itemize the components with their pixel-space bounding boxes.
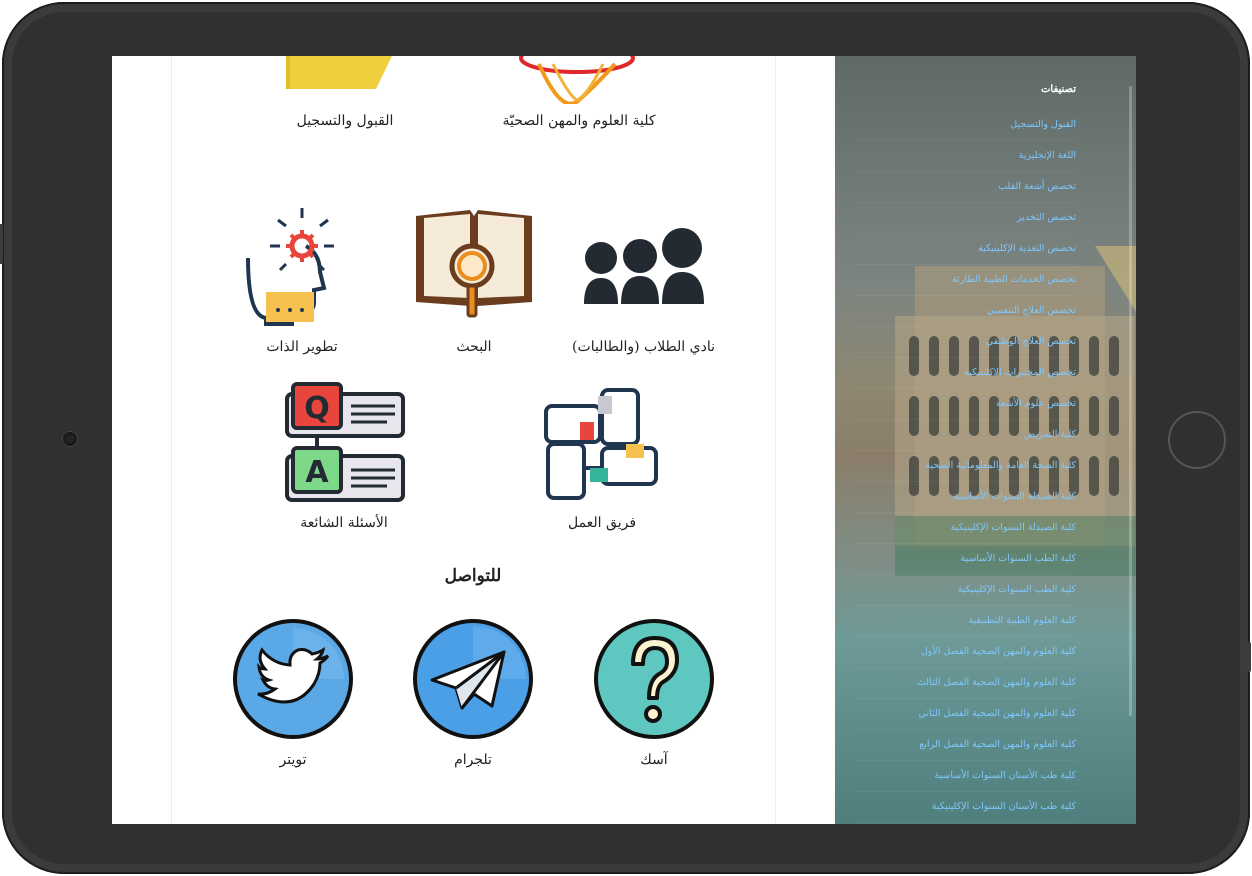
health-college-label[interactable]: كلية العلوم والمهن الصحيّة (499, 113, 659, 129)
atom-icon[interactable] (517, 56, 637, 104)
self-development-label[interactable]: تطوير الذات (250, 339, 354, 355)
category-link[interactable]: تخصص التغذية الإكلينيكية (856, 234, 1076, 265)
faq-label[interactable]: الأسئلة الشائعة (292, 515, 396, 531)
category-link[interactable]: تخصص أشعة القلب (856, 172, 1076, 203)
category-link[interactable]: تخصص المختبرات الإكلينيكية (856, 358, 1076, 389)
category-link[interactable]: تخصص التخدير (856, 203, 1076, 234)
side-button (1247, 642, 1251, 672)
teamwork-icon[interactable] (540, 382, 664, 504)
twitter-label[interactable]: تويتر (253, 752, 333, 768)
twitter-icon[interactable] (232, 618, 354, 740)
research-book-icon[interactable] (412, 206, 536, 324)
ask-icon[interactable] (593, 618, 715, 740)
category-link[interactable]: اللغة الإنجليزية (856, 141, 1076, 172)
telegram-icon[interactable] (412, 618, 534, 740)
category-link[interactable]: تخصص العلاج الوظيفي (856, 327, 1076, 358)
faq-icon[interactable]: Q A (283, 382, 407, 504)
category-link[interactable]: كلية العلوم والمهن الصحية الفصل الرابع (856, 730, 1076, 761)
category-link[interactable]: تخصص علوم الأشعة (856, 389, 1076, 420)
category-link[interactable]: كلية طب الأسنان السنوات الأساسية (856, 761, 1076, 792)
category-link[interactable]: كلية العلوم الطبية التطبيقية (856, 606, 1076, 637)
category-link[interactable]: كلية العلوم والمهن الصحية الفصل الثاني (856, 699, 1076, 730)
category-link[interactable]: كلية الطب السنوات الأساسية (856, 544, 1076, 575)
category-link[interactable]: كلية التمريض (856, 420, 1076, 451)
home-button[interactable] (1168, 411, 1226, 469)
contact-heading: للتواصل (444, 566, 502, 586)
category-link[interactable]: كلية العلوم والمهن الصحية الفصل الثالث (856, 668, 1076, 699)
category-link[interactable]: تخصص الخدمات الطبية الطارئة (856, 265, 1076, 296)
folder-icon[interactable] (280, 56, 400, 92)
self-development-icon[interactable] (242, 206, 364, 328)
faq-a-letter: A (305, 455, 329, 490)
students-club-icon[interactable] (582, 228, 706, 304)
sidebar-title: تصنيفات (1040, 84, 1076, 95)
category-link[interactable]: تخصص العلاج التنفسي (856, 296, 1076, 327)
admission-label[interactable]: القبول والتسجيل (275, 113, 415, 129)
category-link[interactable]: كلية الصحة العامة والمعلوماتية الصحية (856, 451, 1076, 482)
research-label[interactable]: البحث (432, 339, 516, 355)
category-link[interactable]: كلية الطب السنوات الإكلينيكية (856, 575, 1076, 606)
students-club-label[interactable]: نادي الطلاب (والطالبات) (572, 339, 715, 355)
screen: القبول والتسجيل كلية العلوم والمهن الصحي… (112, 56, 1136, 824)
sidebar-scrollbar[interactable] (1129, 86, 1132, 716)
side-button (0, 224, 3, 264)
telegram-label[interactable]: تلجرام (433, 752, 513, 768)
team-label[interactable]: فريق العمل (556, 515, 648, 531)
category-list: القبول والتسجيل اللغة الإنجليزية تخصص أش… (856, 110, 1076, 823)
category-link[interactable]: كلية الصيدلة السنوات الإكلينيكية (856, 513, 1076, 544)
ask-label[interactable]: آسك (614, 752, 694, 768)
category-link[interactable]: كلية الصيدلة السنوات الأساسية (856, 482, 1076, 513)
categories-sidebar: تصنيفات القبول والتسجيل اللغة الإنجليزية… (835, 56, 1136, 824)
category-link[interactable]: كلية العلوم والمهن الصحية الفصل الأول (856, 637, 1076, 668)
category-link[interactable]: كلية طب الأسنان السنوات الإكلينيكية (856, 792, 1076, 823)
camera-icon (63, 432, 77, 446)
category-link[interactable]: القبول والتسجيل (856, 110, 1076, 141)
main-content: القبول والتسجيل كلية العلوم والمهن الصحي… (112, 56, 835, 824)
faq-q-letter: Q (304, 391, 330, 426)
